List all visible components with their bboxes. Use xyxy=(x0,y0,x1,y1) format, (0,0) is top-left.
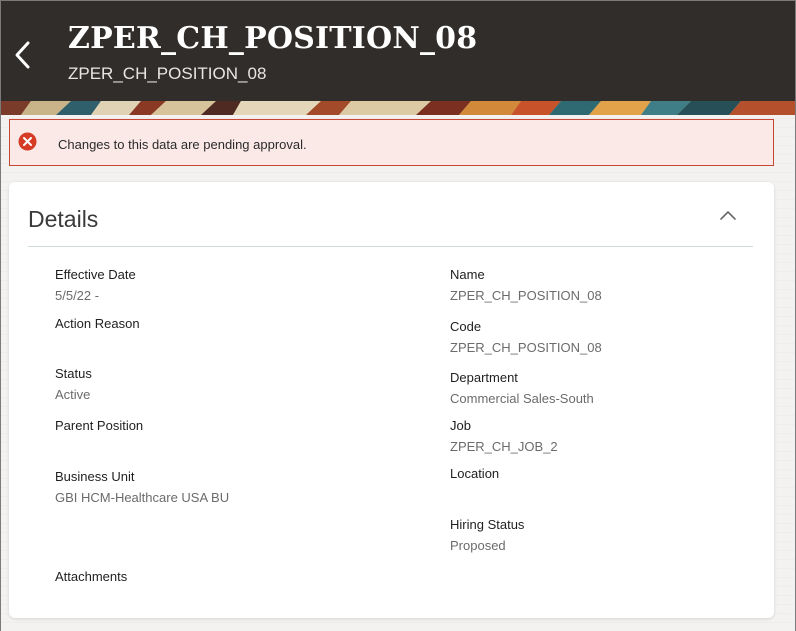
collapse-button[interactable] xyxy=(715,206,741,224)
field-label: Hiring Status xyxy=(450,517,525,532)
field-job: Job ZPER_CH_JOB_2 xyxy=(450,418,558,454)
details-title: Details xyxy=(28,206,99,232)
field-attachments: Attachments xyxy=(55,569,127,590)
field-status: Status Active xyxy=(55,366,92,402)
field-parent-position: Parent Position xyxy=(55,418,143,439)
field-label: Business Unit xyxy=(55,469,135,484)
field-value: ZPER_CH_POSITION_08 xyxy=(450,340,602,355)
field-action-reason: Action Reason xyxy=(55,316,140,337)
field-business-unit: Business Unit GBI HCM-Healthcare USA BU xyxy=(55,469,229,505)
field-effective-date: Effective Date 5/5/22 - xyxy=(55,267,136,303)
field-label: Attachments xyxy=(55,569,128,584)
field-value: 5/5/22 - xyxy=(55,288,100,303)
field-label: Code xyxy=(450,319,482,334)
field-hiring-status: Hiring Status Proposed xyxy=(450,517,524,553)
chevron-left-icon xyxy=(15,41,30,69)
page-title: ZPER_CH_POSITION_08 xyxy=(68,21,478,56)
field-department: Department Commercial Sales-South xyxy=(450,370,594,406)
field-value: Commercial Sales-South xyxy=(450,391,594,406)
page-header: ZPER_CH_POSITION_08 ZPER_CH_POSITION_08 xyxy=(1,1,795,101)
details-divider xyxy=(28,246,753,247)
field-code: Code ZPER_CH_POSITION_08 xyxy=(450,319,602,355)
field-value: ZPER_CH_JOB_2 xyxy=(450,439,558,454)
field-value: Proposed xyxy=(450,538,506,553)
field-label: Effective Date xyxy=(55,267,136,282)
field-label: Action Reason xyxy=(55,316,140,331)
field-label: Job xyxy=(450,418,471,433)
pending-approval-alert: Changes to this data are pending approva… xyxy=(9,119,774,166)
field-label: Name xyxy=(450,267,485,282)
back-button[interactable] xyxy=(9,37,37,73)
field-value: ZPER_CH_POSITION_08 xyxy=(450,288,602,303)
field-location: Location xyxy=(450,466,499,487)
field-label: Parent Position xyxy=(55,418,144,433)
details-card: Details Effective Date 5/5/22 - Action R… xyxy=(9,182,774,618)
page-subtitle: ZPER_CH_POSITION_08 xyxy=(68,64,267,83)
field-label: Department xyxy=(450,370,518,385)
field-label: Status xyxy=(55,366,92,381)
field-value: GBI HCM-Healthcare USA BU xyxy=(55,490,230,505)
error-circle-icon xyxy=(18,132,37,151)
field-value: Active xyxy=(55,387,91,402)
chevron-up-icon xyxy=(720,211,736,220)
alert-message: Changes to this data are pending approva… xyxy=(58,137,307,152)
decorative-banner xyxy=(1,101,795,115)
field-label: Location xyxy=(450,466,500,481)
field-name: Name ZPER_CH_POSITION_08 xyxy=(450,267,602,303)
